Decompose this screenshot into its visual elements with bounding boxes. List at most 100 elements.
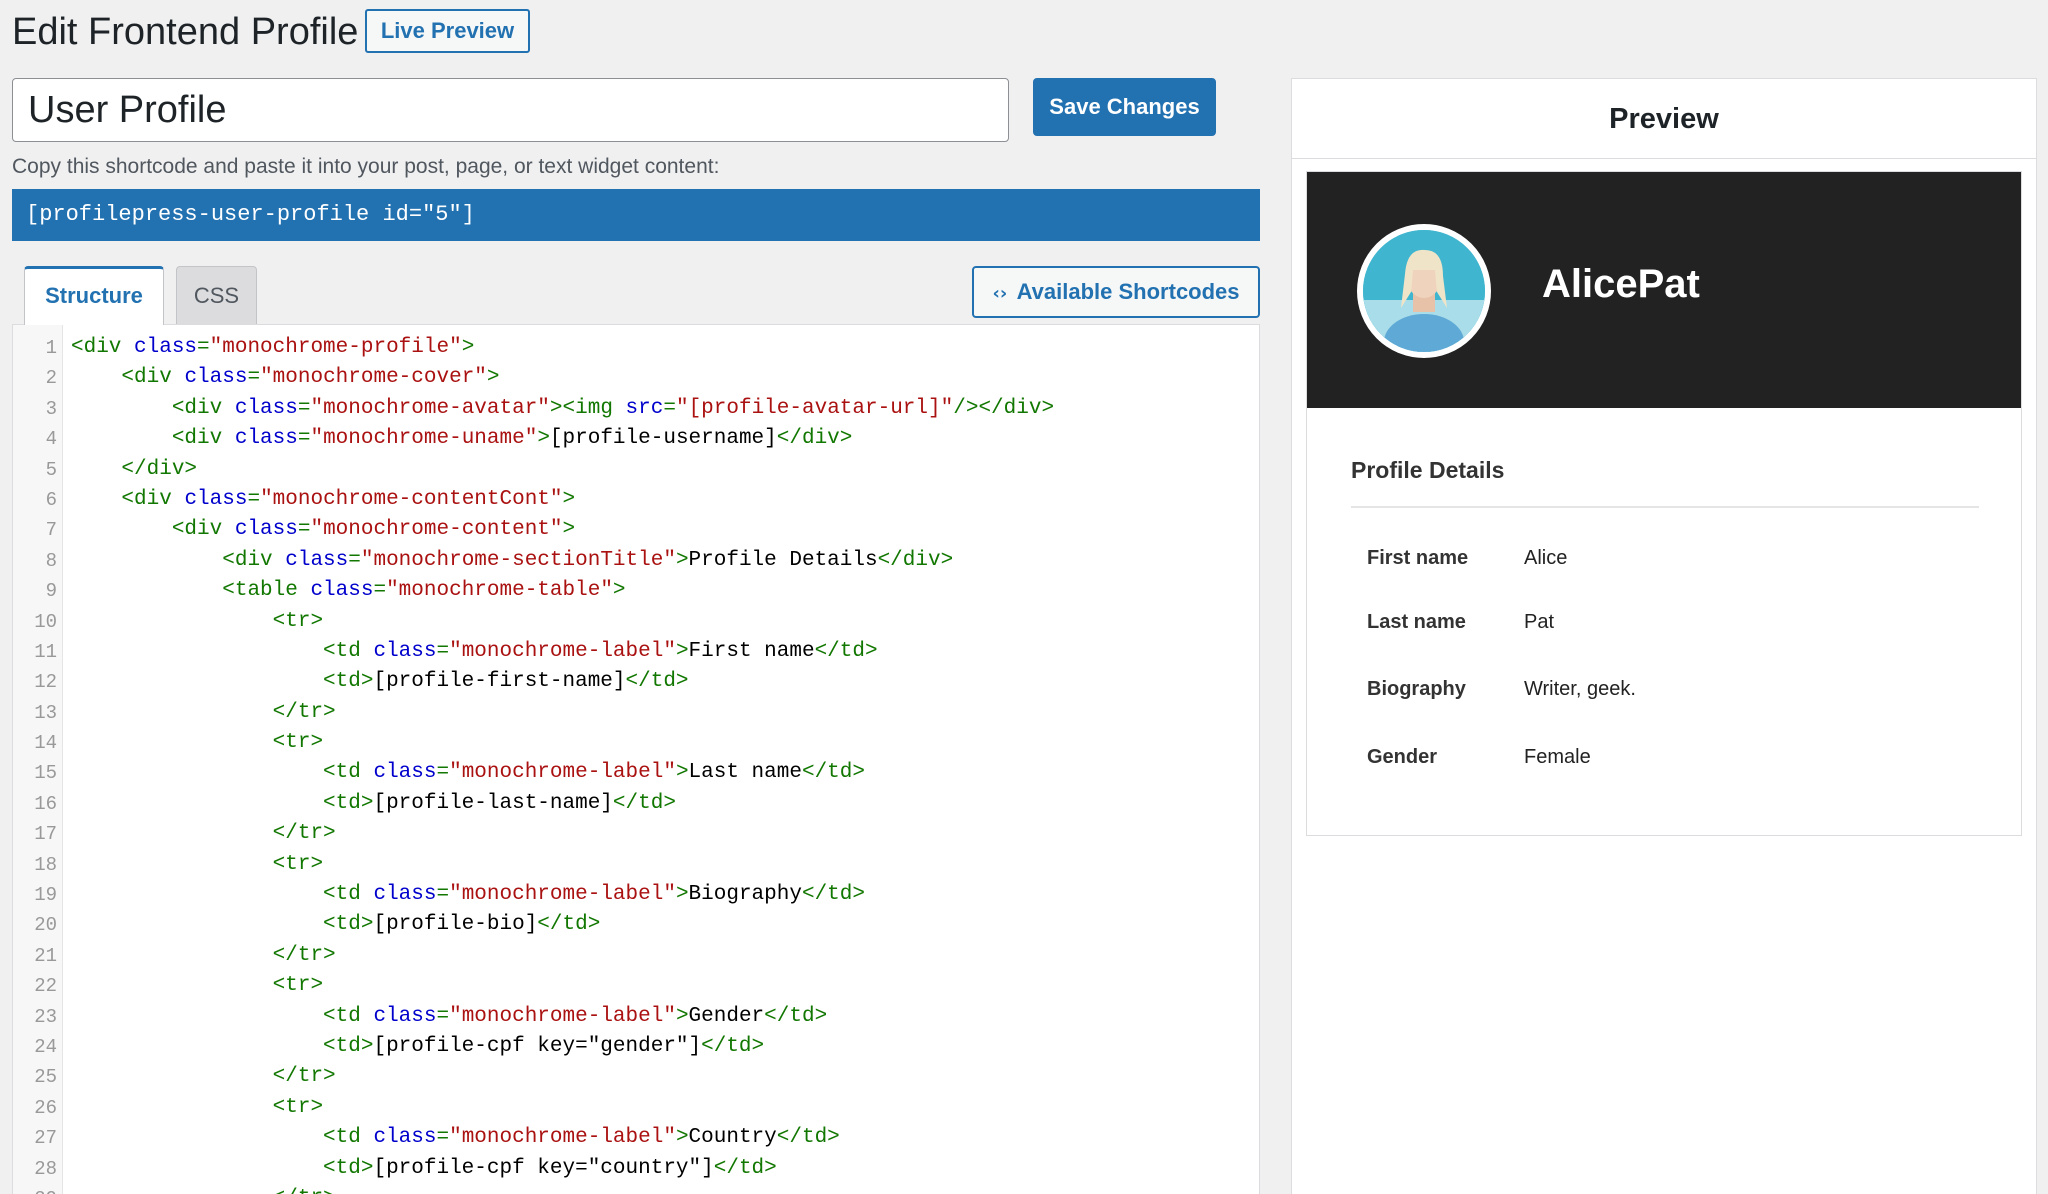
code-line[interactable]: 12 <td>[profile-first-name]</td> [13, 667, 1259, 697]
live-preview-button[interactable]: Live Preview [365, 9, 530, 53]
line-number: 2 [45, 367, 57, 390]
profile-detail-value: Female [1524, 746, 1591, 768]
code-text: <div class="monochrome-contentCont"> [121, 487, 576, 511]
code-text: </tr> [272, 943, 336, 967]
line-number: 17 [34, 823, 57, 846]
code-line[interactable]: 18 <tr> [13, 850, 1259, 880]
line-number: 22 [34, 975, 57, 998]
line-number: 1 [45, 337, 57, 359]
code-text: <td class="monochrome-label">Gender</td> [323, 1004, 828, 1028]
available-shortcodes-label: Available Shortcodes [1016, 279, 1240, 304]
code-line[interactable]: 9 <table class="monochrome-table"> [13, 576, 1259, 606]
code-line[interactable]: 13 </tr> [13, 698, 1259, 728]
code-text: <td>[profile-cpf key="country"]</td> [323, 1156, 777, 1180]
profile-detail-value: Alice [1524, 547, 1568, 569]
code-line[interactable]: 26 <tr> [13, 1093, 1259, 1123]
code-text: <td class="monochrome-label">Country</td… [323, 1126, 840, 1150]
code-line[interactable]: 11 <td class="monochrome-label">First na… [13, 637, 1259, 667]
line-number: 13 [34, 701, 57, 724]
code-line[interactable]: 21 </tr> [13, 941, 1259, 971]
line-number: 16 [34, 792, 57, 815]
code-text: <div class="monochrome-sectionTitle">Pro… [222, 548, 954, 572]
code-line[interactable]: 25 </tr> [13, 1062, 1259, 1092]
code-text: </tr> [272, 700, 336, 724]
line-number: 14 [34, 732, 57, 755]
line-number: 6 [45, 488, 57, 511]
preview-profile-card: AlicePat Profile Details First name Alice… [1306, 171, 2022, 836]
line-number: 11 [34, 640, 57, 663]
line-number: 4 [45, 428, 57, 451]
line-number: 12 [34, 671, 57, 694]
avatar [1357, 224, 1491, 358]
code-line[interactable]: 3 <div class="monochrome-avatar"><img sr… [13, 394, 1259, 424]
code-text: <div class="monochrome-profile"> [71, 336, 475, 359]
line-number: 29 [13, 1184, 57, 1194]
profile-detail-label: First name [1367, 547, 1469, 569]
page-title: Edit Frontend Profile [12, 11, 359, 53]
code-line[interactable]: 14 <tr> [13, 728, 1259, 758]
line-number: 3 [45, 397, 57, 420]
code-text: <div class="monochrome-cover"> [121, 366, 500, 390]
line-number: 26 [34, 1096, 57, 1119]
profile-detail-label: Biography [1367, 678, 1466, 700]
line-number: 15 [34, 762, 57, 785]
code-text: <table class="monochrome-table"> [222, 579, 626, 603]
code-line[interactable]: 23 <td class="monochrome-label">Gender</… [13, 1002, 1259, 1032]
available-shortcodes-button[interactable]: ‹› Available Shortcodes [972, 266, 1260, 318]
code-text: <td>[profile-bio]</td> [323, 913, 601, 937]
preview-heading: Preview [1292, 79, 2036, 159]
code-icon: ‹› [992, 283, 1008, 304]
tab-structure[interactable]: Structure [24, 266, 164, 325]
line-number: 19 [34, 884, 57, 907]
code-editor[interactable]: 1 <div class="monochrome-profile"> 2 <div … [12, 324, 1260, 1194]
code-line[interactable]: 24 <td>[profile-cpf key="gender"]</td> [13, 1032, 1259, 1062]
line-number: 28 [34, 1157, 57, 1180]
code-text: <tr> [272, 1095, 324, 1119]
save-changes-button[interactable]: Save Changes [1033, 78, 1216, 136]
code-line[interactable]: 15 <td class="monochrome-label">Last nam… [13, 758, 1259, 788]
code-text: <div class="monochrome-uname">[profile-u… [171, 427, 853, 451]
code-text: </tr> [71, 1184, 336, 1194]
code-line[interactable]: 16 <td>[profile-last-name]</td> [13, 789, 1259, 819]
code-text: <td class="monochrome-label">First name<… [323, 639, 878, 663]
profile-name-input[interactable] [12, 78, 1009, 142]
line-number: 8 [45, 549, 57, 572]
code-line[interactable]: 17 </tr> [13, 819, 1259, 849]
profile-username: AlicePat [1542, 262, 1700, 306]
profile-detail-label: Gender [1367, 746, 1438, 768]
line-number: 24 [34, 1035, 57, 1058]
code-line[interactable]: 7 <div class="monochrome-content"> [13, 515, 1259, 545]
line-number: 9 [45, 580, 57, 603]
code-line[interactable]: 6 <div class="monochrome-contentCont"> [13, 485, 1259, 515]
code-text: <td>[profile-first-name]</td> [323, 670, 689, 694]
code-text: </tr> [272, 822, 336, 846]
line-number: 20 [34, 914, 57, 937]
code-line[interactable]: 2 <div class="monochrome-cover"> [13, 363, 1259, 393]
code-line[interactable]: 8 <div class="monochrome-sectionTitle">P… [13, 546, 1259, 576]
code-text: <td class="monochrome-label">Biography</… [323, 883, 865, 907]
code-line[interactable]: 19 <td class="monochrome-label">Biograph… [13, 880, 1259, 910]
shortcode-display[interactable]: [profilepress-user-profile id="5"] [12, 189, 1260, 241]
code-text: <tr> [272, 974, 324, 998]
code-text: <td class="monochrome-label">Last name</… [323, 761, 865, 785]
line-number: 10 [34, 610, 57, 633]
code-line[interactable]: 28 <td>[profile-cpf key="country"]</td> [13, 1154, 1259, 1184]
line-number: 23 [34, 1005, 57, 1028]
preview-panel: Preview AlicePat Profile Details First n… [1291, 78, 2037, 1194]
code-text: <tr> [272, 731, 324, 755]
code-line[interactable]: 4 <div class="monochrome-uname">[profile… [13, 424, 1259, 454]
code-text: </tr> [272, 1065, 336, 1089]
code-line[interactable]: 22 <tr> [13, 971, 1259, 1001]
code-line[interactable]: 20 <td>[profile-bio]</td> [13, 910, 1259, 940]
line-number: 7 [45, 519, 57, 542]
tab-css[interactable]: CSS [176, 266, 257, 324]
code-line[interactable]: 5 </div> [13, 455, 1259, 485]
code-line[interactable]: 27 <td class="monochrome-label">Country<… [13, 1123, 1259, 1153]
code-lines: 1 <div class="monochrome-profile"> 2 <div … [13, 333, 1259, 1194]
code-line[interactable]: 10 <tr> [13, 607, 1259, 637]
profile-cover: AlicePat [1307, 172, 2021, 408]
code-line[interactable]: 29 </tr> [13, 1184, 1259, 1194]
code-text: <div class="monochrome-avatar"><img src=… [171, 396, 1055, 420]
code-line[interactable]: 1 <div class="monochrome-profile"> [13, 333, 1259, 363]
line-number: 21 [34, 944, 57, 967]
